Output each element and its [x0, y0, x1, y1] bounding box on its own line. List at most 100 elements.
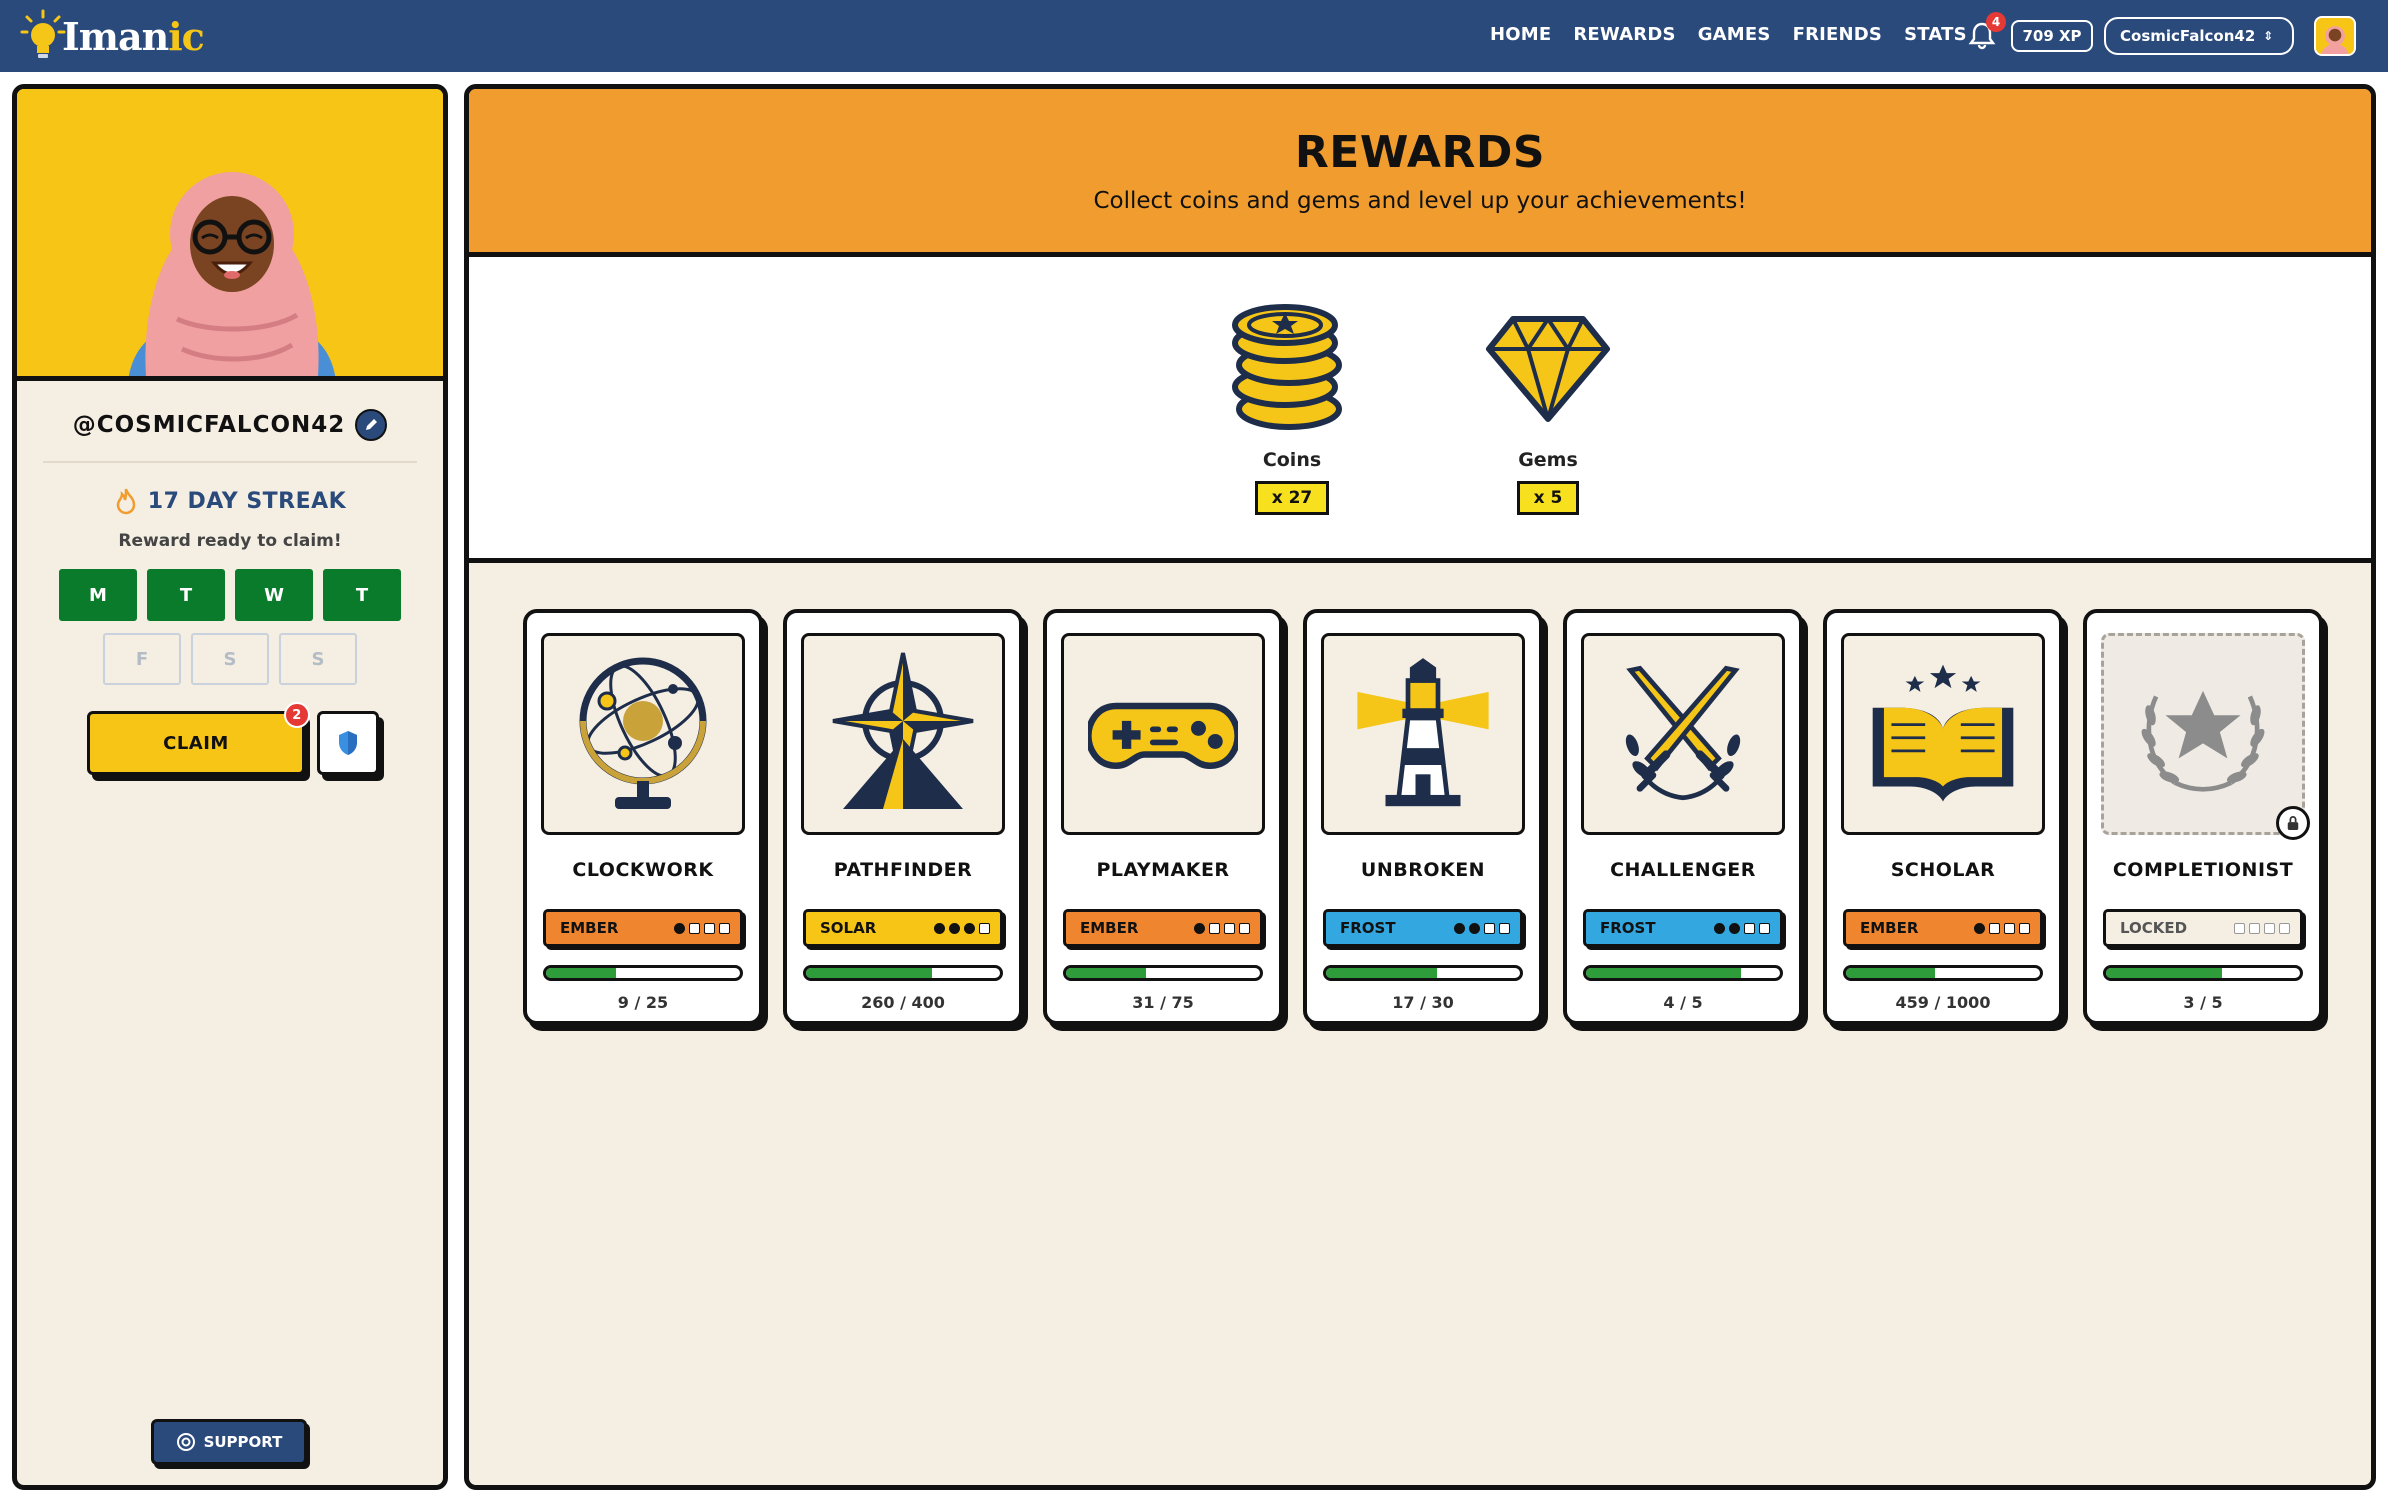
tier-level-dots: [674, 922, 730, 934]
achievement-name: UNBROKEN: [1360, 859, 1486, 881]
tier-level-dots: [1194, 922, 1250, 934]
rewards-panel: REWARDS Collect coins and gems and level…: [464, 84, 2376, 1490]
armillary-sphere-icon: [579, 657, 707, 809]
achievement-badge: [1061, 633, 1265, 835]
streak-shield-button[interactable]: [317, 711, 379, 775]
app-logo[interactable]: Imanic: [18, 8, 205, 64]
nav-games[interactable]: GAMES: [1698, 24, 1771, 45]
nav-rewards[interactable]: REWARDS: [1573, 24, 1675, 45]
user-account-name: CosmicFalcon42: [2120, 27, 2256, 45]
achievement-card-playmaker[interactable]: PLAYMAKER EMBER 31 / 75: [1043, 609, 1283, 1025]
top-navbar: Imanic HOME REWARDS GAMES FRIENDS STATS …: [0, 0, 2388, 72]
rewards-header: REWARDS Collect coins and gems and level…: [469, 89, 2371, 257]
page-subtitle: Collect coins and gems and level up your…: [1093, 188, 1747, 214]
achievement-card-pathfinder[interactable]: PATHFINDER SOLAR 260 / 400: [783, 609, 1023, 1025]
achievement-card-completionist[interactable]: COMPLETIONIST LOCKED 3 / 5: [2083, 609, 2323, 1025]
lock-icon: [2276, 806, 2310, 840]
nav-stats[interactable]: STATS: [1904, 24, 1967, 45]
currency-section: Coins x 27 Gems x 5: [469, 257, 2371, 563]
currency-coins: Coins x 27: [1227, 299, 1357, 558]
gems-count: x 5: [1516, 481, 1580, 515]
achievement-tier: EMBER: [1063, 909, 1263, 947]
page-title: REWARDS: [1294, 127, 1546, 178]
achievement-progress-bar: [1843, 965, 2043, 981]
streak-day-sat: S: [191, 633, 269, 685]
profile-avatar: [17, 89, 443, 381]
achievement-tier: FROST: [1583, 909, 1783, 947]
streak-day-wed: W: [235, 569, 313, 621]
achievement-progress-bar: [1063, 965, 1263, 981]
achievement-name: CHALLENGER: [1610, 859, 1756, 881]
claim-reward-button[interactable]: CLAIM 2: [87, 702, 310, 775]
gem-icon: [1486, 316, 1610, 422]
open-book-icon: [1872, 664, 2014, 802]
achievement-card-challenger[interactable]: CHALLENGER FROST 4 / 5: [1563, 609, 1803, 1025]
streak-day-thu: T: [323, 569, 401, 621]
achievement-tier-label: SOLAR: [820, 919, 877, 937]
achievement-tier: FROST: [1323, 909, 1523, 947]
achievement-tier: EMBER: [543, 909, 743, 947]
flame-icon: [116, 488, 136, 515]
tier-level-dots: [2234, 922, 2290, 934]
achievement-tier-label: FROST: [1340, 919, 1396, 937]
tier-level-dots: [1454, 922, 1510, 934]
achievement-tier-label: EMBER: [1080, 919, 1139, 937]
app-logo-text: Imanic: [62, 13, 205, 59]
streak-day-fri: F: [103, 633, 181, 685]
streak-day-mon: M: [59, 569, 137, 621]
streak-days-row-2: F S S: [17, 633, 443, 685]
currency-gems: Gems x 5: [1483, 299, 1613, 558]
shield-icon: [339, 731, 357, 755]
tier-level-dots: [934, 922, 990, 934]
achievement-cards: CLOCKWORK EMBER 9 / 25 PATHFINDER SOLAR …: [523, 609, 2323, 1025]
achievement-progress-text: 3 / 5: [2183, 993, 2223, 1012]
achievement-progress-bar: [2103, 965, 2303, 981]
reward-status-text: Reward ready to claim!: [118, 531, 342, 551]
profile-handle: @COSMICFALCON42: [72, 412, 346, 438]
tier-level-dots: [1974, 922, 2030, 934]
claim-label: CLAIM: [163, 732, 229, 754]
achievement-progress-text: 4 / 5: [1663, 993, 1703, 1012]
user-account-select[interactable]: CosmicFalcon42 ⇕: [2104, 17, 2294, 55]
notifications-count-badge: 4: [1986, 12, 2006, 32]
streak-count: 17 DAY STREAK: [147, 488, 347, 514]
claim-count-badge: 2: [284, 702, 310, 728]
achievement-name: PLAYMAKER: [1096, 859, 1230, 881]
achievement-tier-label: EMBER: [1860, 919, 1919, 937]
achievement-tier: LOCKED: [2103, 909, 2303, 947]
compass-rose-icon: [832, 652, 974, 809]
achievement-progress-bar: [803, 965, 1003, 981]
nav-home[interactable]: HOME: [1490, 24, 1551, 45]
achievement-tier-label: FROST: [1600, 919, 1656, 937]
streak-day-tue: T: [147, 569, 225, 621]
streak-days-row-1: M T W T: [17, 569, 443, 621]
achievement-tier: SOLAR: [803, 909, 1003, 947]
user-avatar[interactable]: [2314, 16, 2356, 56]
support-button[interactable]: SUPPORT: [151, 1419, 307, 1465]
profile-divider: [43, 461, 417, 463]
achievement-tier-label: EMBER: [560, 919, 619, 937]
achievement-name: PATHFINDER: [833, 859, 973, 881]
achievement-progress-text: 17 / 30: [1392, 993, 1454, 1012]
profile-panel: @COSMICFALCON42 17 DAY STREAK Reward rea…: [12, 84, 448, 1490]
achievement-progress-text: 9 / 25: [617, 993, 669, 1012]
achievement-card-unbroken[interactable]: UNBROKEN FROST 17 / 30: [1303, 609, 1543, 1025]
achievement-badge: [1321, 633, 1525, 835]
achievement-name: CLOCKWORK: [572, 859, 714, 881]
achievement-card-scholar[interactable]: SCHOLAR EMBER 459 / 1000: [1823, 609, 2063, 1025]
achievement-badge: [801, 633, 1005, 835]
lifebuoy-icon: [176, 1433, 195, 1451]
lightbulb-icon: [20, 9, 66, 58]
gamepad-icon: [1088, 702, 1238, 770]
edit-profile-button[interactable]: [355, 409, 388, 441]
coins-label: Coins: [1262, 449, 1322, 471]
laurel-star-icon: [2141, 690, 2265, 792]
achievement-badge: [1581, 633, 1785, 835]
support-label: SUPPORT: [203, 1433, 283, 1451]
achievement-progress-bar: [1323, 965, 1523, 981]
nav-friends[interactable]: FRIENDS: [1793, 24, 1883, 45]
achievement-card-clockwork[interactable]: CLOCKWORK EMBER 9 / 25: [523, 609, 763, 1025]
achievement-name: SCHOLAR: [1890, 859, 1996, 881]
achievement-progress-text: 260 / 400: [861, 993, 945, 1012]
achievement-progress-text: 459 / 1000: [1895, 993, 1991, 1012]
